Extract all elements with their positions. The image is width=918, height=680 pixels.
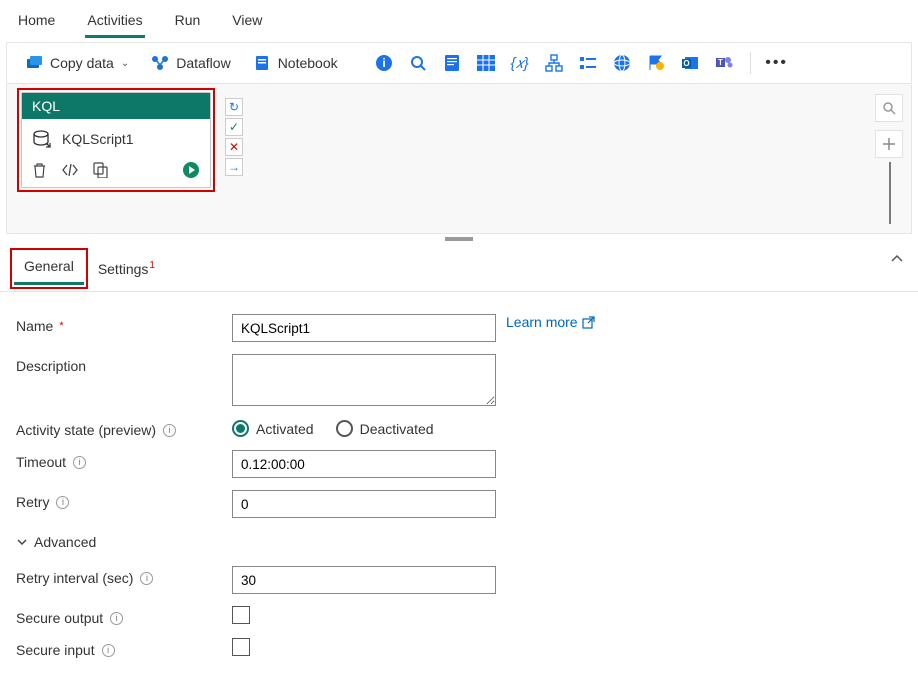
canvas-search-icon[interactable] bbox=[875, 94, 903, 122]
splitter-handle[interactable] bbox=[0, 234, 918, 244]
activities-toolbar: Copy data ⌄ Dataflow Notebook i {𝑥} O T … bbox=[6, 42, 912, 84]
radio-deactivated-label: Deactivated bbox=[360, 421, 434, 437]
radio-dot-activated bbox=[232, 420, 249, 437]
dataflow-icon bbox=[151, 54, 169, 72]
svg-text:O: O bbox=[683, 59, 689, 68]
globe-icon[interactable] bbox=[608, 49, 636, 77]
nav-home[interactable]: Home bbox=[16, 8, 57, 38]
tab-settings-label: Settings bbox=[98, 261, 149, 277]
svg-text:i: i bbox=[382, 56, 385, 70]
tab-settings[interactable]: Settings1 bbox=[88, 255, 164, 285]
learn-more-label: Learn more bbox=[506, 314, 578, 330]
chevron-down-icon: ⌄ bbox=[121, 58, 129, 69]
notebook-label: Notebook bbox=[278, 55, 338, 71]
delete-icon[interactable] bbox=[32, 162, 47, 178]
retry-interval-label: Retry interval (sec) bbox=[16, 570, 133, 586]
database-icon bbox=[32, 129, 52, 149]
learn-more-link[interactable]: Learn more bbox=[506, 314, 595, 330]
secure-output-checkbox[interactable] bbox=[232, 606, 250, 624]
chevron-down-icon bbox=[16, 536, 28, 548]
handle-refresh-icon[interactable]: ↻ bbox=[225, 98, 243, 116]
svg-text:T: T bbox=[718, 58, 723, 67]
nav-view[interactable]: View bbox=[230, 8, 264, 38]
required-asterisk: * bbox=[59, 320, 63, 332]
search-icon[interactable] bbox=[404, 49, 432, 77]
info-icon-sec-out[interactable]: i bbox=[110, 612, 123, 625]
description-input[interactable] bbox=[232, 354, 496, 406]
flag-icon[interactable] bbox=[642, 49, 670, 77]
radio-activated[interactable]: Activated bbox=[232, 420, 314, 437]
pipeline-canvas[interactable]: KQL KQLScript1 ↻ ✓ ✕ → bbox=[6, 84, 912, 234]
copy-data-label: Copy data bbox=[50, 55, 114, 71]
general-form: Name * Learn more Description Activity st… bbox=[0, 292, 918, 680]
notebook-icon bbox=[253, 54, 271, 72]
handle-skip-icon[interactable]: → bbox=[225, 158, 243, 176]
description-label: Description bbox=[16, 358, 86, 374]
notebook-button[interactable]: Notebook bbox=[245, 49, 346, 77]
list-icon[interactable] bbox=[574, 49, 602, 77]
collapse-panel-icon[interactable] bbox=[890, 252, 904, 266]
radio-dot-deactivated bbox=[336, 420, 353, 437]
table-icon[interactable] bbox=[472, 49, 500, 77]
secure-output-label: Secure output bbox=[16, 610, 103, 626]
advanced-expander[interactable]: Advanced bbox=[16, 530, 902, 554]
run-icon[interactable] bbox=[182, 161, 200, 179]
radio-activated-label: Activated bbox=[256, 421, 314, 437]
hierarchy-icon[interactable] bbox=[540, 49, 568, 77]
info-icon-retry[interactable]: i bbox=[56, 496, 69, 509]
more-button[interactable]: ••• bbox=[763, 49, 791, 77]
canvas-add-icon[interactable] bbox=[875, 130, 903, 158]
secure-input-checkbox[interactable] bbox=[232, 638, 250, 656]
retry-interval-input[interactable] bbox=[232, 566, 496, 594]
timeout-input[interactable] bbox=[232, 450, 496, 478]
canvas-scrollbar[interactable] bbox=[889, 162, 891, 224]
secure-input-label: Secure input bbox=[16, 642, 95, 658]
nav-activities[interactable]: Activities bbox=[85, 8, 144, 38]
variable-icon[interactable]: {𝑥} bbox=[506, 49, 534, 77]
activity-state-label: Activity state (preview) bbox=[16, 422, 156, 438]
script-icon[interactable] bbox=[438, 49, 466, 77]
copy-data-button[interactable]: Copy data ⌄ bbox=[17, 49, 137, 77]
retry-label: Retry bbox=[16, 494, 49, 510]
retry-input[interactable] bbox=[232, 490, 496, 518]
handle-fail-icon[interactable]: ✕ bbox=[225, 138, 243, 156]
timeout-label: Timeout bbox=[16, 454, 66, 470]
info-icon-timeout[interactable]: i bbox=[73, 456, 86, 469]
nav-run[interactable]: Run bbox=[173, 8, 203, 38]
external-link-icon bbox=[582, 316, 595, 329]
activity-node-highlight: KQL KQLScript1 ↻ ✓ ✕ → bbox=[17, 88, 215, 192]
info-icon-retry-int[interactable]: i bbox=[140, 572, 153, 585]
copy-data-icon bbox=[25, 54, 43, 72]
tab-general-highlight: General bbox=[10, 248, 88, 289]
activity-type-label: KQL bbox=[22, 93, 210, 119]
dataflow-label: Dataflow bbox=[176, 55, 230, 71]
activity-name-label: KQLScript1 bbox=[62, 131, 134, 147]
settings-badge: 1 bbox=[149, 260, 155, 271]
info-icon-sec-in[interactable]: i bbox=[102, 644, 115, 657]
teams-icon[interactable]: T bbox=[710, 49, 738, 77]
code-icon[interactable] bbox=[61, 163, 79, 177]
advanced-label: Advanced bbox=[34, 534, 96, 550]
name-label: Name bbox=[16, 318, 53, 334]
property-tabs: General Settings1 bbox=[0, 244, 918, 292]
outlook-icon[interactable]: O bbox=[676, 49, 704, 77]
main-nav: Home Activities Run View bbox=[0, 0, 918, 38]
tab-general[interactable]: General bbox=[14, 252, 84, 285]
dataflow-button[interactable]: Dataflow bbox=[143, 49, 238, 77]
handle-success-icon[interactable]: ✓ bbox=[225, 118, 243, 136]
name-input[interactable] bbox=[232, 314, 496, 342]
info-icon-state[interactable]: i bbox=[163, 424, 176, 437]
activity-node[interactable]: KQL KQLScript1 bbox=[21, 92, 211, 188]
radio-deactivated[interactable]: Deactivated bbox=[336, 420, 434, 437]
copy-icon[interactable] bbox=[93, 162, 108, 178]
info-icon[interactable]: i bbox=[370, 49, 398, 77]
